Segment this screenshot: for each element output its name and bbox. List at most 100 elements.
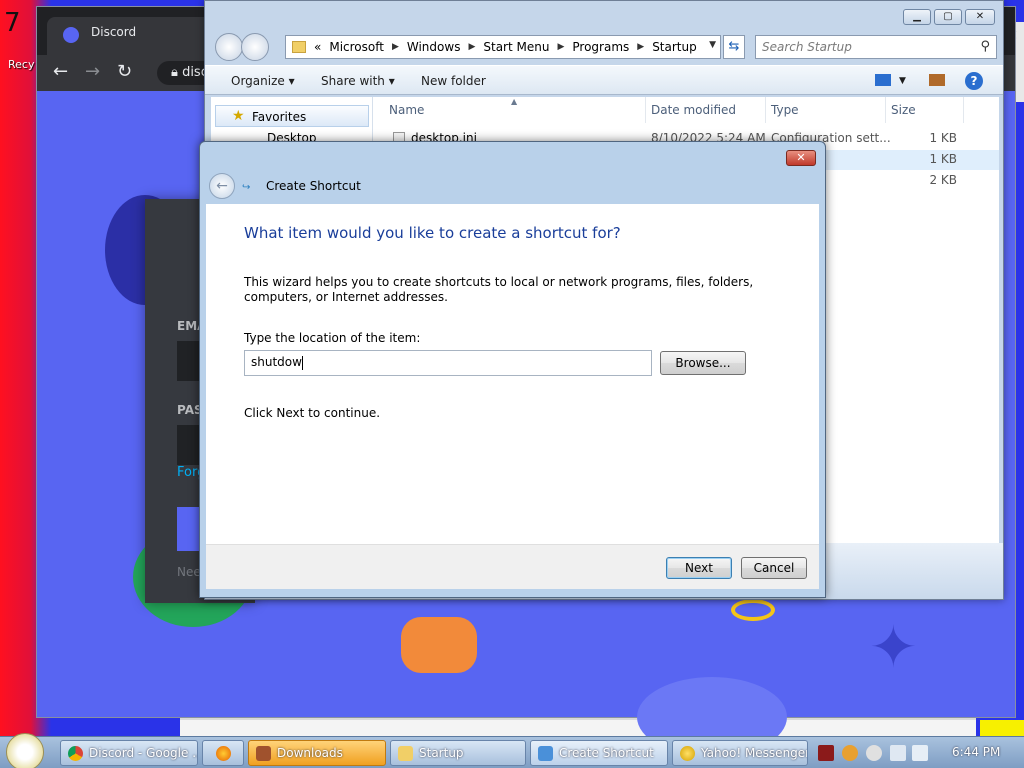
preview-pane-icon[interactable]	[929, 74, 945, 86]
column-header-name[interactable]: Name	[389, 103, 424, 117]
recycle-bin-label[interactable]: Recy	[8, 58, 34, 71]
system-tray: 6:44 PM	[812, 740, 1024, 766]
continue-text: Click Next to continue.	[244, 406, 381, 420]
taskbar: Discord - Google ... Downloads Startup C…	[0, 733, 1024, 768]
column-divider[interactable]	[885, 97, 886, 123]
taskbar-item-yahoo[interactable]: Yahoo! Messenger	[672, 740, 808, 766]
network-icon[interactable]	[890, 745, 906, 761]
dialog-heading: What item would you like to create a sho…	[244, 224, 621, 242]
back-button[interactable]: ←	[209, 173, 235, 199]
search-icon[interactable]: ⚲	[980, 39, 990, 54]
firefox-icon	[216, 746, 231, 761]
desktop-yellow-tile	[980, 720, 1024, 736]
dialog-body: What item would you like to create a sho…	[206, 204, 819, 589]
deco-yellow-ring	[731, 599, 775, 621]
tray-icon[interactable]	[866, 745, 882, 761]
window-controls: ▁ ▢ ✕	[903, 9, 995, 25]
minimize-button[interactable]: ▁	[903, 9, 931, 25]
next-button[interactable]: Next	[666, 557, 732, 579]
refresh-button[interactable]: ⇆	[723, 35, 745, 59]
tray-app-icon[interactable]	[818, 745, 834, 761]
sidebar-item-label: Favorites	[252, 110, 307, 124]
column-header-date[interactable]: Date modified	[651, 103, 736, 117]
yahoo-messenger-icon	[680, 746, 695, 761]
search-box[interactable]: Search Startup ⚲	[755, 35, 997, 59]
taskbar-item-downloads[interactable]: Downloads	[248, 740, 386, 766]
search-placeholder: Search Startup	[762, 40, 852, 54]
address-bar[interactable]: « Microsoft ▶ Windows ▶ Start Menu ▶ Pro…	[285, 35, 721, 59]
dialog-footer: Next Cancel	[206, 544, 819, 589]
breadcrumb-overflow[interactable]: «	[314, 40, 321, 54]
folder-icon	[398, 746, 413, 761]
star-icon: ★	[232, 108, 245, 124]
reload-icon[interactable]: ↻	[117, 61, 132, 82]
text-caret	[301, 355, 303, 370]
back-button[interactable]	[215, 33, 243, 61]
taskbar-item-label: Create Shortcut	[559, 746, 654, 760]
location-input[interactable]: shutdow	[244, 350, 652, 376]
shortcut-icon: ↪	[242, 182, 251, 193]
chevron-right-icon[interactable]: ▶	[557, 42, 564, 52]
file-size: 1 KB	[929, 131, 957, 145]
back-arrow-icon[interactable]: ←	[53, 61, 68, 82]
chrome-icon	[68, 746, 83, 761]
column-header-size[interactable]: Size	[891, 103, 916, 117]
dialog-description: This wizard helps you to create shortcut…	[244, 275, 754, 304]
organize-button[interactable]: Organize ▾	[231, 74, 295, 88]
need-account-text: Nee	[177, 565, 201, 579]
forward-arrow-icon[interactable]: →	[85, 61, 100, 82]
sort-up-icon: ▲	[511, 97, 518, 106]
chevron-down-icon[interactable]: ▼	[899, 76, 906, 86]
browser-tab-discord[interactable]: Discord	[47, 17, 217, 55]
close-button[interactable]: ✕	[965, 9, 995, 25]
chevron-right-icon[interactable]: ▶	[468, 42, 475, 52]
breadcrumb-start-menu[interactable]: Start Menu	[483, 40, 549, 54]
dialog-title: Create Shortcut	[266, 179, 361, 193]
command-bar: Organize ▾ Share with ▾ New folder ▼ ?	[205, 65, 1003, 95]
column-divider[interactable]	[765, 97, 766, 123]
breadcrumb-microsoft[interactable]: Microsoft	[329, 40, 384, 54]
taskbar-item-create-shortcut[interactable]: Create Shortcut	[530, 740, 668, 766]
help-icon[interactable]: ?	[965, 72, 983, 90]
chevron-right-icon[interactable]: ▶	[392, 42, 399, 52]
taskbar-item-label: Startup	[419, 746, 464, 760]
share-with-button[interactable]: Share with ▾	[321, 74, 395, 88]
taskbar-item-label: Yahoo! Messenger	[701, 746, 808, 760]
close-button[interactable]: ✕	[786, 150, 816, 166]
cancel-button[interactable]: Cancel	[741, 557, 807, 579]
clock[interactable]: 6:44 PM	[952, 745, 1000, 759]
sidebar-item-favorites[interactable]: ★ Favorites	[215, 105, 369, 127]
volume-icon[interactable]	[912, 745, 928, 761]
new-folder-button[interactable]: New folder	[421, 74, 486, 88]
star-icon: ✦	[869, 613, 918, 681]
taskbar-item-firefox[interactable]	[202, 740, 244, 766]
taskbar-item-startup[interactable]: Startup	[390, 740, 526, 766]
deco-sandwich	[401, 617, 477, 673]
forward-button[interactable]	[241, 33, 269, 61]
breadcrumb-startup[interactable]: Startup	[652, 40, 697, 54]
column-header-type[interactable]: Type	[771, 103, 799, 117]
taskbar-item-chrome[interactable]: Discord - Google ...	[60, 740, 198, 766]
chevron-down-icon[interactable]: ▼	[709, 40, 716, 50]
column-divider[interactable]	[645, 97, 646, 123]
location-label: Type the location of the item:	[244, 331, 421, 345]
chevron-right-icon[interactable]: ▶	[637, 42, 644, 52]
folder-icon	[292, 41, 306, 53]
lock-icon: 🔒︎	[171, 65, 183, 80]
column-divider[interactable]	[963, 97, 964, 123]
start-button[interactable]	[6, 733, 44, 768]
search-icon[interactable]	[842, 745, 858, 761]
taskbar-item-label: Discord - Google ...	[89, 746, 198, 760]
browse-button[interactable]: Browse...	[660, 351, 746, 375]
breadcrumb-programs[interactable]: Programs	[572, 40, 629, 54]
breadcrumb-windows[interactable]: Windows	[407, 40, 461, 54]
location-input-value: shutdow	[251, 355, 302, 369]
view-icon[interactable]	[875, 74, 891, 86]
discord-icon	[63, 27, 79, 43]
desktop-number: 7	[4, 8, 21, 38]
create-shortcut-dialog: ✕ ← ↪ Create Shortcut What item would yo…	[199, 141, 826, 598]
maximize-button[interactable]: ▢	[934, 9, 962, 25]
folder-icon	[256, 746, 271, 761]
taskbar-item-label: Downloads	[277, 746, 343, 760]
file-size: 1 KB	[929, 152, 957, 166]
